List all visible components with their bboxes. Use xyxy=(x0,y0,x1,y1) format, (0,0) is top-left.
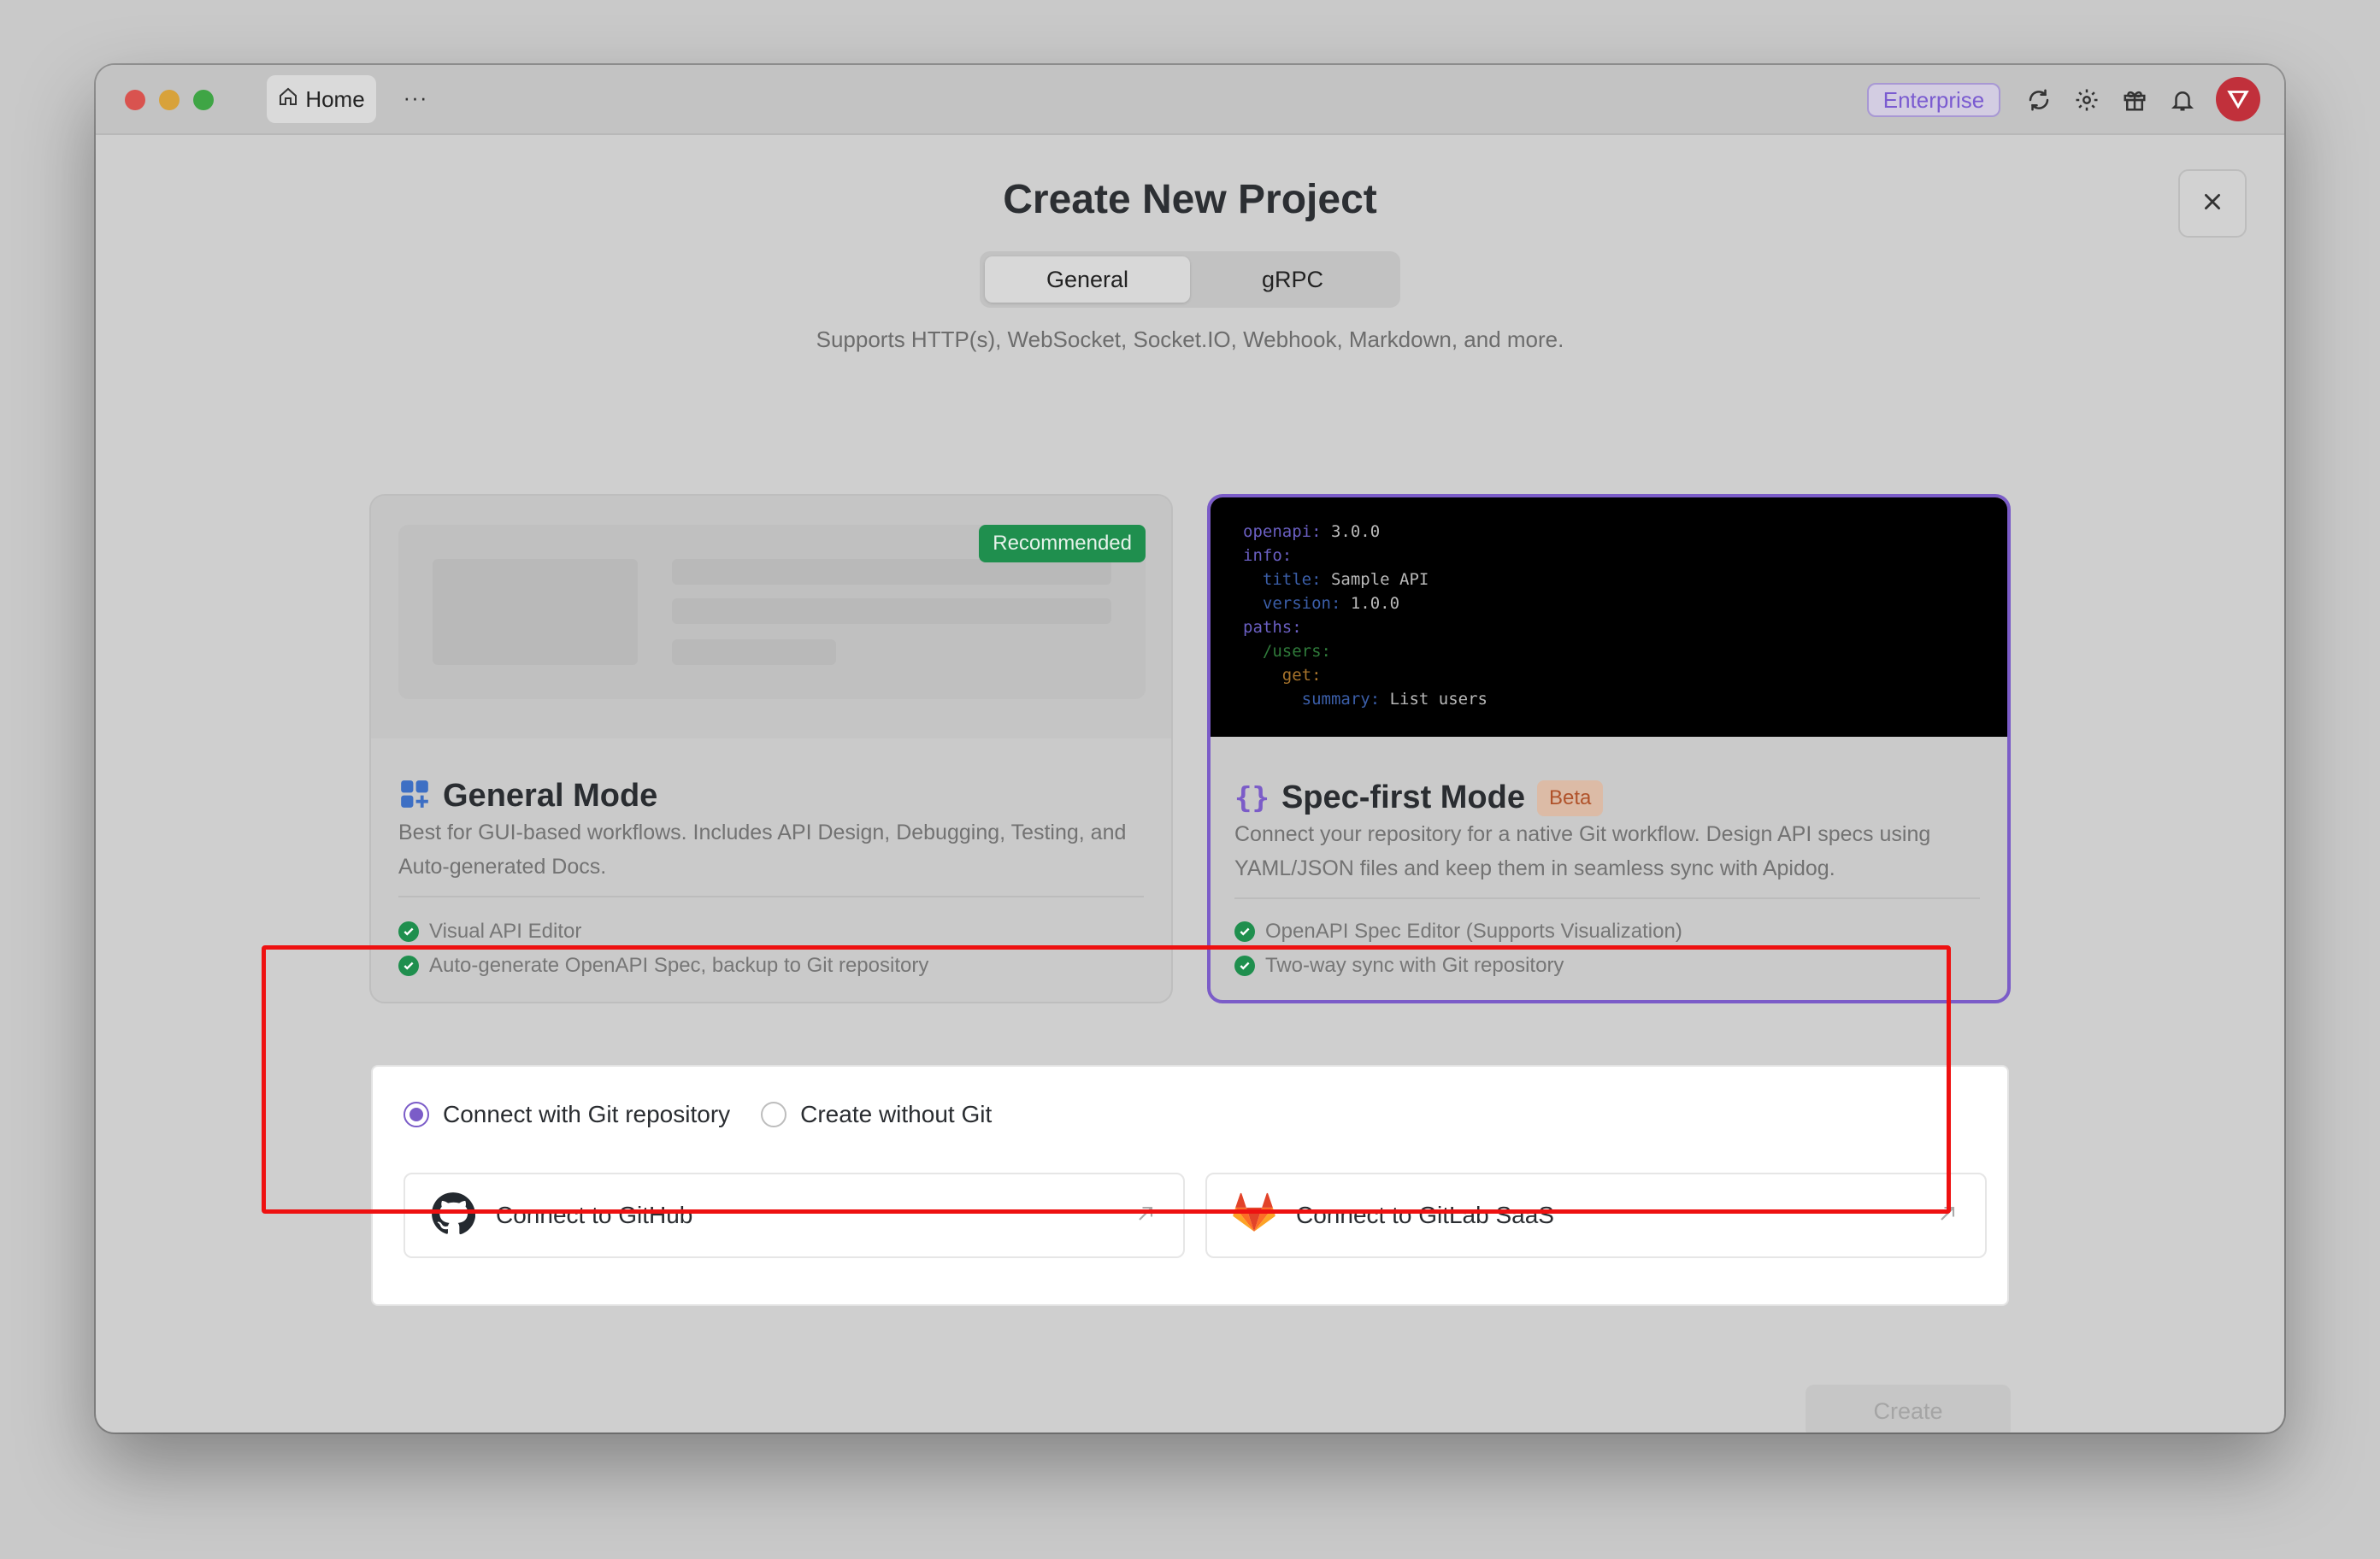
app-window: Home ··· Enterprise Create New Project G… xyxy=(96,65,2284,1433)
feature-item: Visual API Editor xyxy=(398,920,581,944)
close-icon xyxy=(2201,191,2224,217)
general-mode-description: Best for GUI-based workflows. Includes A… xyxy=(398,821,1127,879)
feature-label: Auto-generate OpenAPI Spec, backup to Gi… xyxy=(429,954,929,977)
connect-github-button[interactable]: Connect to GitHub xyxy=(404,1173,1185,1258)
beta-badge: Beta xyxy=(1537,780,1604,816)
radio-button[interactable] xyxy=(761,1102,787,1127)
external-link-arrow-icon xyxy=(1935,1202,1959,1230)
code-line: version: 1.0.0 xyxy=(1243,594,1400,613)
openapi-code-preview: openapi: 3.0.0 info: title: Sample API ve… xyxy=(1211,497,2007,737)
connect-gitlab-button[interactable]: Connect to GitLab SaaS xyxy=(1205,1173,1987,1258)
code-line: summary: List users xyxy=(1243,690,1488,709)
page-title: Create New Project xyxy=(1003,177,1377,222)
bell-icon[interactable] xyxy=(2166,84,2199,116)
enterprise-badge[interactable]: Enterprise xyxy=(1867,83,2000,117)
code-line: info: xyxy=(1243,546,1293,565)
titlebar: Home ··· Enterprise xyxy=(96,65,2284,135)
git-options-panel: Connect with Git repository Create witho… xyxy=(371,1065,2009,1306)
gear-icon[interactable] xyxy=(2071,84,2103,116)
close-dialog-button[interactable] xyxy=(2178,169,2247,238)
sync-icon[interactable] xyxy=(2023,84,2055,116)
home-icon xyxy=(278,86,298,113)
check-circle-icon xyxy=(398,921,419,942)
code-line: /users: xyxy=(1243,642,1331,661)
close-window-button[interactable] xyxy=(125,90,145,110)
gitlab-icon xyxy=(1233,1192,1275,1239)
avatar[interactable] xyxy=(2216,77,2260,121)
project-type-tabs: General gRPC xyxy=(980,251,1400,308)
spec-first-mode-header: {} Spec-first Mode Beta xyxy=(1234,780,1604,816)
general-mode-preview: Recommended xyxy=(371,496,1171,738)
subtitle: Supports HTTP(s), WebSocket, Socket.IO, … xyxy=(816,327,1564,352)
code-line: get: xyxy=(1243,666,1322,685)
more-options-button[interactable]: ··· xyxy=(398,80,433,115)
home-tab-label: Home xyxy=(305,85,365,112)
git-mode-radio-group: Connect with Git repository Create witho… xyxy=(404,1101,1007,1128)
feature-label: OpenAPI Spec Editor (Supports Visualizat… xyxy=(1265,920,1682,943)
mockup-line xyxy=(672,639,836,665)
create-project-dialog: Create New Project General gRPC Supports… xyxy=(96,135,2284,1433)
github-icon xyxy=(431,1191,476,1240)
feature-label: Two-way sync with Git repository xyxy=(1265,954,1564,977)
spec-first-mode-card[interactable]: openapi: 3.0.0 info: title: Sample API ve… xyxy=(1207,494,2011,1003)
create-button[interactable]: Create xyxy=(1806,1385,2011,1433)
feature-item: OpenAPI Spec Editor (Supports Visualizat… xyxy=(1234,920,1682,944)
mockup-line xyxy=(672,598,1111,624)
connect-gitlab-label: Connect to GitLab SaaS xyxy=(1296,1202,1554,1228)
radio-button-selected[interactable] xyxy=(404,1102,429,1127)
divider xyxy=(398,896,1144,897)
radio-connect-git[interactable]: Connect with Git repository xyxy=(404,1101,730,1128)
tab-grpc[interactable]: gRPC xyxy=(1190,256,1395,303)
code-line: paths: xyxy=(1243,618,1302,637)
mockup-image-placeholder xyxy=(433,559,638,665)
check-circle-icon xyxy=(1234,956,1255,976)
general-mode-title: General Mode xyxy=(443,778,658,814)
external-link-arrow-icon xyxy=(1134,1202,1158,1230)
spec-first-mode-title: Spec-first Mode xyxy=(1281,780,1525,815)
minimize-window-button[interactable] xyxy=(159,90,180,110)
connect-github-label: Connect to GitHub xyxy=(496,1202,693,1228)
recommended-badge: Recommended xyxy=(979,525,1146,562)
apps-grid-icon xyxy=(398,778,431,815)
code-line: title: Sample API xyxy=(1243,570,1429,589)
feature-item: Two-way sync with Git repository xyxy=(1234,954,1564,978)
gift-icon[interactable] xyxy=(2118,84,2151,116)
radio-without-git[interactable]: Create without Git xyxy=(761,1101,992,1128)
mockup-line xyxy=(672,559,1111,585)
curly-braces-icon: {} xyxy=(1234,780,1270,815)
code-line: openapi: 3.0.0 xyxy=(1243,522,1381,541)
home-tab[interactable]: Home xyxy=(267,75,376,123)
check-circle-icon xyxy=(398,956,419,976)
tab-general[interactable]: General xyxy=(985,256,1190,303)
check-circle-icon xyxy=(1234,921,1255,942)
divider xyxy=(1234,897,1980,899)
feature-item: Auto-generate OpenAPI Spec, backup to Gi… xyxy=(398,954,928,978)
general-mode-card[interactable]: Recommended General Mode Best for GUI-ba… xyxy=(369,494,1173,1003)
radio-label: Create without Git xyxy=(800,1101,993,1127)
feature-label: Visual API Editor xyxy=(429,920,582,943)
radio-label: Connect with Git repository xyxy=(443,1101,731,1127)
maximize-window-button[interactable] xyxy=(193,90,214,110)
spec-first-mode-description: Connect your repository for a native Git… xyxy=(1234,822,1931,880)
general-mode-header: General Mode xyxy=(398,778,657,815)
